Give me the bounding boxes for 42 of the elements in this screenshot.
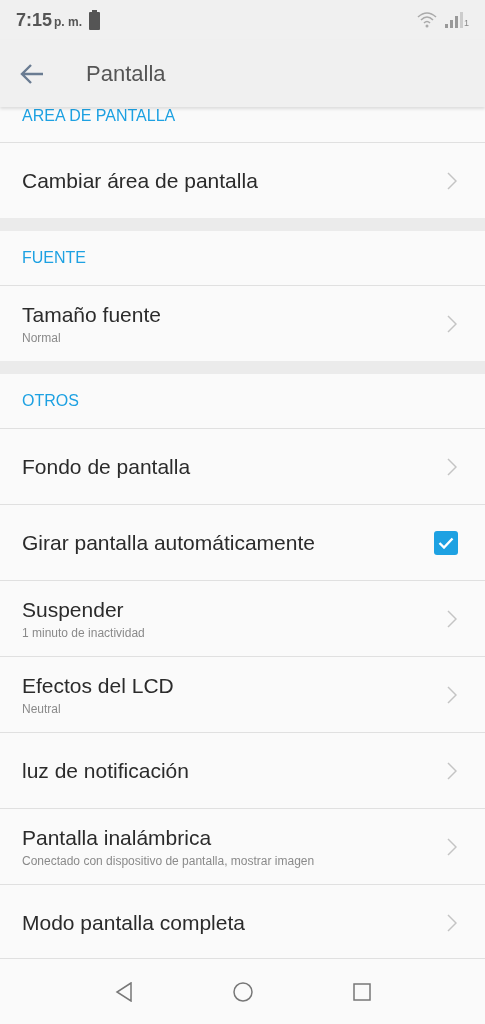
settings-item[interactable]: Pantalla inalámbrica Conectado con dispositivo de pantalla, mostrar imagen [0, 808, 485, 884]
sim-label: 1 [464, 16, 469, 30]
settings-item[interactable]: luz de notificación [0, 732, 485, 808]
checkmark-icon [438, 536, 454, 549]
item-title: Girar pantalla automáticamente [22, 529, 316, 556]
item-title: Suspender [22, 596, 125, 623]
chevron-icon [447, 171, 457, 190]
checkbox[interactable] [434, 530, 458, 555]
item-title: Tamaño fuente [22, 301, 162, 328]
item-title: Fondo de pantalla [22, 453, 192, 480]
wifi-icon [417, 12, 437, 28]
item-subtitle: Neutral [22, 700, 62, 717]
status-time: 7:15 [16, 8, 53, 32]
settings-item[interactable]: Suspender 1 minuto de inactividad [0, 580, 485, 656]
chevron-icon [447, 761, 457, 780]
back-icon[interactable] [114, 981, 133, 1002]
chevron-icon [447, 609, 457, 628]
screen-title: Pantalla [86, 60, 166, 88]
battery-icon [89, 10, 101, 30]
item-subtitle: Normal [22, 329, 62, 346]
status-period: p. m. [54, 13, 83, 31]
item-title: luz de notificación [22, 757, 190, 784]
settings-item[interactable]: Efectos del LCD Neutral [0, 656, 485, 732]
settings-item[interactable]: Fondo de pantalla [0, 428, 485, 504]
section-header: OTROS [22, 391, 79, 411]
chevron-icon [447, 457, 457, 476]
home-icon[interactable] [232, 981, 253, 1002]
chevron-icon [447, 314, 457, 333]
chevron-icon [447, 837, 457, 856]
item-subtitle: Conectado con dispositivo de pantalla, mostrar imagen [22, 852, 316, 869]
chevron-icon [447, 913, 457, 932]
item-subtitle: 1 minuto de inactividad [22, 624, 146, 641]
recents-icon[interactable] [352, 982, 371, 1001]
section-header: AREA DE PANTALLA [22, 107, 176, 126]
item-title: Efectos del LCD [22, 672, 175, 699]
signal-icon [445, 12, 463, 28]
chevron-icon [447, 685, 457, 704]
settings-item[interactable]: Girar pantalla automáticamente [0, 504, 485, 580]
item-title: Pantalla inalámbrica [22, 824, 213, 851]
section-header: FUENTE [22, 248, 86, 268]
item-title: Modo pantalla completa [22, 909, 246, 936]
item-title: Cambiar área de pantalla [22, 167, 259, 194]
